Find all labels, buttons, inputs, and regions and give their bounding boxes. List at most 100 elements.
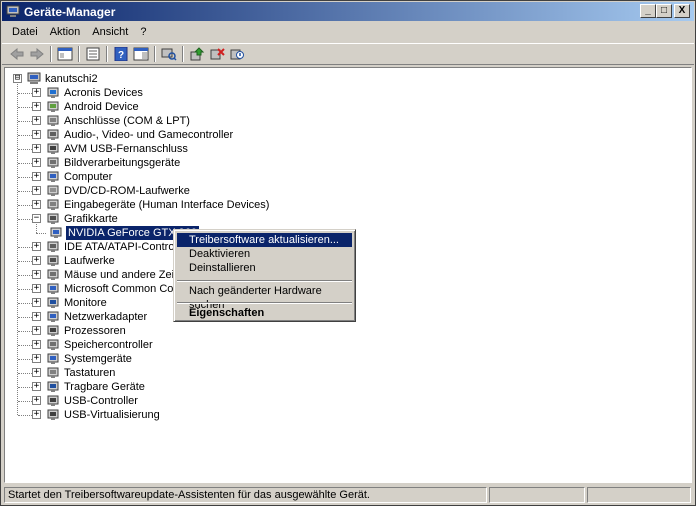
disable-button[interactable] [227,45,247,63]
status-bar: Startet den Treibersoftwareupdate-Assist… [2,485,694,505]
tree-category-row[interactable]: + Tragbare Geräte [5,380,405,394]
category-label: USB-Controller [64,395,138,407]
uninstall-button[interactable] [207,45,227,63]
port-icon [47,115,59,126]
menu-properties[interactable]: Eigenschaften [177,306,352,320]
expand-icon[interactable]: + [32,144,41,153]
expand-icon[interactable]: + [32,242,41,251]
tree-category-row[interactable]: − Grafikkarte [5,212,405,226]
close-button[interactable]: X [674,4,690,18]
menu-help[interactable]: ? [134,24,152,41]
expand-icon[interactable]: + [32,88,41,97]
menu-aktion[interactable]: Aktion [44,24,87,41]
menu-datei[interactable]: Datei [6,24,44,41]
action-pane-button[interactable] [131,45,151,63]
menu-disable[interactable]: Deaktivieren [177,247,352,261]
tree-category-row[interactable]: + Computer [5,170,405,184]
display-adapter-icon [47,213,59,224]
maximize-button[interactable]: □ [656,4,672,18]
expand-icon[interactable]: + [32,326,41,335]
tree-category-row[interactable]: + Android Device [5,100,405,114]
expand-icon[interactable]: + [32,382,41,391]
expand-icon[interactable]: + [32,172,41,181]
expand-icon[interactable]: + [32,186,41,195]
device-manager-app-icon [6,5,20,17]
tree-category-row[interactable]: + Audio-, Video- und Gamecontroller [5,128,405,142]
device-manager-window: Geräte-Manager _ □ X Datei Aktion Ansich… [0,0,696,506]
tree-category-row[interactable]: + Systemgeräte [5,352,405,366]
expand-icon[interactable]: + [32,298,41,307]
tree-category-row[interactable]: + Acronis Devices [5,86,405,100]
hid-icon [47,199,59,210]
menu-ansicht[interactable]: Ansicht [86,24,134,41]
tree-root[interactable]: ⊟ kanutschi2 [11,72,131,86]
minimize-button[interactable]: _ [640,4,656,18]
computer-icon [47,171,59,182]
expand-icon[interactable]: + [32,200,41,209]
collapse-icon[interactable]: − [32,214,41,223]
expand-icon[interactable]: + [32,368,41,377]
expand-icon[interactable]: + [32,116,41,125]
category-label: Tastaturen [64,367,116,379]
forward-button[interactable] [27,45,47,63]
tree-category-row[interactable]: + Speichercontroller [5,338,405,352]
tree-category-row[interactable]: + USB-Controller [5,394,405,408]
help-button[interactable]: ? [111,45,131,63]
expand-icon[interactable]: + [32,102,41,111]
tree-category-row[interactable]: + Prozessoren [5,324,405,338]
tree-category-row[interactable]: + AVM USB-Fernanschluss [5,142,405,156]
acronis-icon [47,87,59,98]
tree-child-line [36,224,37,233]
toolbar-separator [50,46,52,62]
menu-separator [177,280,352,282]
category-label: Prozessoren [64,325,126,337]
expand-icon[interactable]: + [32,354,41,363]
monitor-icon [47,297,59,308]
update-driver-button[interactable] [187,45,207,63]
forward-icon [30,48,44,60]
console-tree-icon [57,47,73,61]
help-icon: ? [114,47,128,61]
title-bar[interactable]: Geräte-Manager _ □ X [2,2,694,21]
expand-icon[interactable]: + [32,396,41,405]
tree-branch-line [18,373,32,374]
status-panel [489,487,585,503]
system-icon [47,353,59,364]
expand-icon[interactable]: + [32,270,41,279]
tree-category-row[interactable]: + Anschlüsse (COM & LPT) [5,114,405,128]
expand-icon[interactable]: + [32,312,41,321]
tree-branch-line [18,121,32,122]
properties-button[interactable] [83,45,103,63]
category-label: Monitore [64,297,107,309]
tree-category-row[interactable]: + DVD/CD-ROM-Laufwerke [5,184,405,198]
console-tree-button[interactable] [55,45,75,63]
category-label: Computer [64,171,113,183]
dvd-icon [47,185,59,196]
menu-update-driver[interactable]: Treibersoftware aktualisieren... [177,233,352,247]
category-label: Speichercontroller [64,339,153,351]
scan-hardware-button[interactable] [159,45,179,63]
expand-icon[interactable]: + [32,256,41,265]
back-button[interactable] [7,45,27,63]
tree-branch-line [18,191,32,192]
speaker-icon [47,129,59,140]
computer-name-label: kanutschi2 [45,73,98,85]
expand-icon[interactable]: + [32,410,41,419]
toolbar-separator [106,46,108,62]
uninstall-icon [210,48,225,60]
tree-category-row[interactable]: + Bildverarbeitungsgeräte [5,156,405,170]
disable-icon [230,49,244,60]
expand-icon[interactable]: + [32,158,41,167]
tree-category-row[interactable]: + Tastaturen [5,366,405,380]
expand-icon[interactable]: + [32,130,41,139]
category-label: Android Device [64,101,139,113]
expand-icon[interactable]: + [32,284,41,293]
menu-uninstall[interactable]: Deinstallieren [177,261,352,275]
toolbar-separator [78,46,80,62]
tree-category-row[interactable]: + Eingabegeräte (Human Interface Devices) [5,198,405,212]
gpu-icon [50,227,62,238]
tree-category-row[interactable]: + USB-Virtualisierung [5,408,405,422]
menu-scan-hardware[interactable]: Nach geänderter Hardware suchen [177,284,352,311]
expand-icon[interactable]: + [32,340,41,349]
close-icon: X [678,5,686,16]
